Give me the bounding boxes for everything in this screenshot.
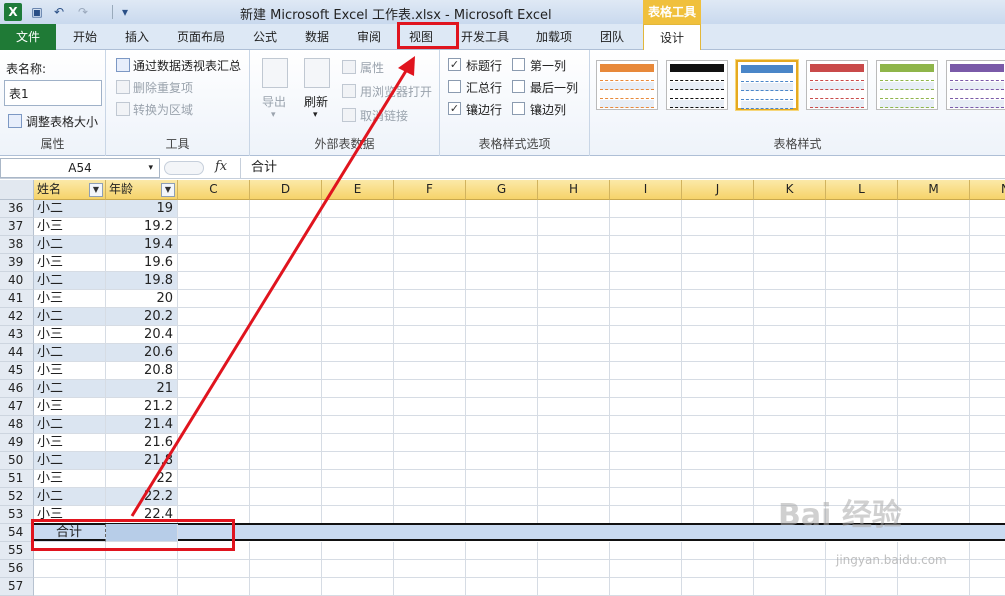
annotation-arrow	[130, 56, 415, 517]
annotation-arrow-head	[398, 56, 415, 76]
annotation-arrow-line	[130, 65, 411, 517]
